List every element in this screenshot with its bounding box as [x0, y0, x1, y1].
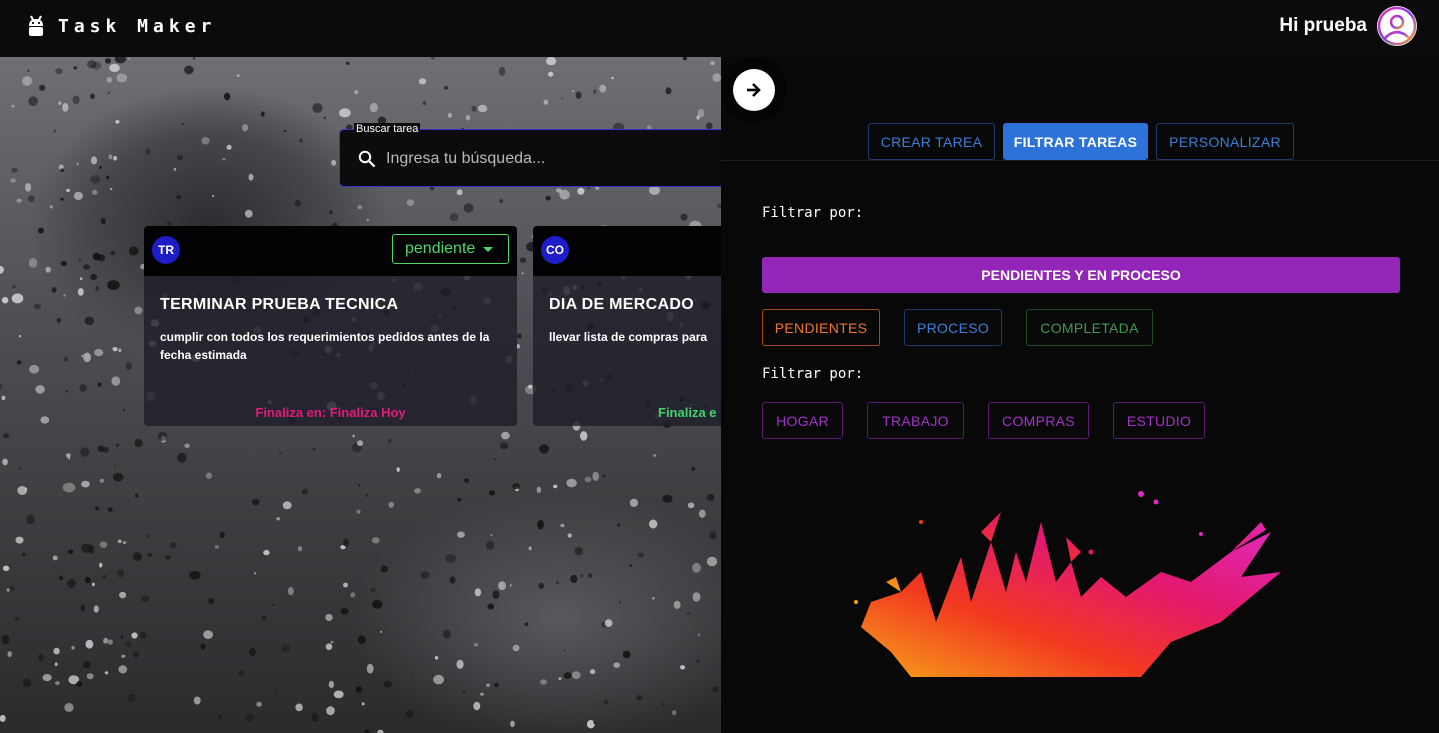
filter-estudio-button[interactable]: ESTUDIO [1113, 402, 1205, 439]
task-card-header: TR pendiente [144, 226, 517, 276]
search-label: Buscar tarea [354, 123, 421, 135]
app-title: Task Maker [58, 15, 217, 37]
panel-tabs: CREAR TAREA FILTRAR TAREAS PERSONALIZAR [868, 123, 1294, 160]
user-greeting: Hi prueba [1279, 15, 1367, 36]
task-title: TERMINAR PRUEBA TECNICA [160, 296, 399, 313]
filter-compras-button[interactable]: COMPRAS [988, 402, 1089, 439]
search-input[interactable] [386, 144, 716, 174]
filter-hogar-button[interactable]: HOGAR [762, 402, 843, 439]
filter-pendientes-button[interactable]: PENDIENTES [762, 309, 880, 346]
task-card[interactable]: TR pendiente TERMINAR PRUEBA TECNICA cum… [144, 226, 517, 426]
tab-crear-tarea[interactable]: CREAR TAREA [868, 123, 995, 160]
caret-down-icon [483, 246, 494, 252]
task-category-badge: CO [541, 236, 569, 264]
filter-label-category: Filtrar por: [762, 366, 864, 382]
task-status-select[interactable]: pendiente [392, 234, 509, 264]
filter-trabajo-button[interactable]: TRABAJO [867, 402, 964, 439]
arrow-right-icon [732, 68, 775, 111]
filter-label-status: Filtrar por: [762, 205, 864, 221]
search-field[interactable]: Buscar tarea [339, 123, 739, 187]
search-icon [358, 150, 376, 168]
task-status-value: pendiente [405, 240, 476, 257]
task-due-date: Finaliza en: Finaliza Hoy [255, 405, 406, 420]
tab-personalizar[interactable]: PERSONALIZAR [1156, 123, 1294, 160]
task-description: cumplir con todos los requerimientos ped… [160, 330, 490, 362]
tab-filtrar-tareas[interactable]: FILTRAR TAREAS [1003, 123, 1148, 160]
filter-proceso-button[interactable]: PROCESO [904, 309, 1002, 346]
paint-splash-image [841, 482, 1321, 677]
task-title: DIA DE MERCADO [549, 296, 694, 313]
user-avatar-icon[interactable] [1377, 6, 1417, 46]
app-header: Task Maker Hi prueba [0, 0, 1439, 57]
task-card-body: TERMINAR PRUEBA TECNICA cumplir con todo… [144, 276, 517, 426]
side-panel: CREAR TAREA FILTRAR TAREAS PERSONALIZAR … [721, 57, 1439, 733]
android-icon [26, 14, 46, 38]
filter-pendientes-en-proceso-button[interactable]: PENDIENTES Y EN PROCESO [762, 257, 1400, 293]
filter-completada-button[interactable]: COMPLETADA [1026, 309, 1153, 346]
app-logo[interactable]: Task Maker [26, 14, 216, 38]
panel-toggle-button[interactable] [721, 57, 786, 122]
divider [721, 160, 1439, 161]
task-category-badge: TR [152, 236, 180, 264]
